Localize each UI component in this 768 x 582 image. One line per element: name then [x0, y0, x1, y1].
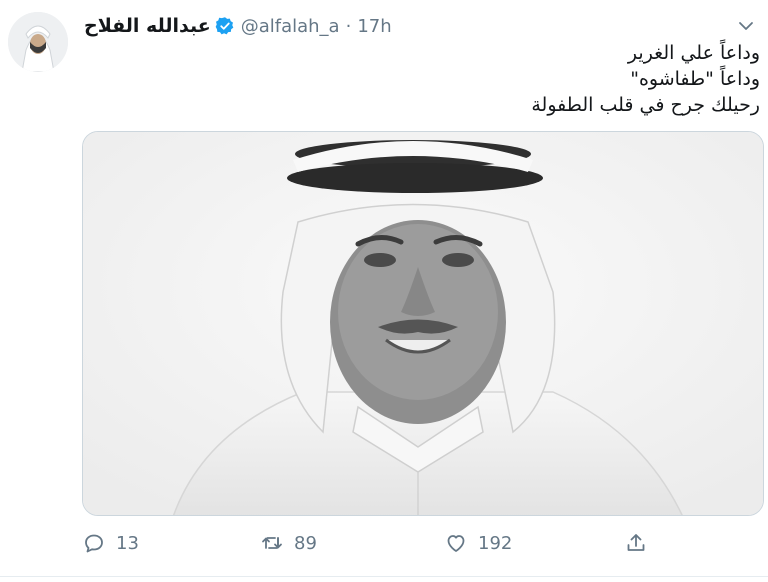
tweet-menu-button[interactable]	[734, 16, 758, 36]
tweet-line: رحيلك جرح في قلب الطفولة	[531, 94, 760, 116]
chevron-down-icon	[739, 22, 753, 30]
tweet-header: عبدالله الفلاح @alfalah_a · 17h	[84, 12, 392, 40]
tweet-text: وداعاً علي الغرير وداعاً "طفاشوه" رحيلك …	[84, 40, 760, 118]
portrait-photo	[83, 132, 763, 515]
reply-count: 13	[116, 532, 139, 554]
timestamp[interactable]: 17h	[357, 16, 391, 37]
divider	[0, 576, 768, 577]
heart-icon	[444, 531, 468, 555]
like-count: 192	[478, 532, 513, 554]
tweet-line: وداعاً "طفاشوه"	[630, 68, 760, 90]
tweet-media-photo[interactable]	[82, 131, 764, 516]
retweet-count: 89	[294, 532, 317, 554]
reply-button[interactable]: 13	[82, 528, 139, 558]
separator-dot: ·	[345, 15, 352, 37]
share-button[interactable]	[624, 528, 648, 558]
like-button[interactable]: 192	[444, 528, 512, 558]
share-icon	[624, 531, 648, 555]
user-handle[interactable]: @alfalah_a	[241, 16, 340, 37]
retweet-button[interactable]: 89	[260, 528, 317, 558]
verified-badge-icon	[215, 16, 235, 36]
retweet-icon	[260, 531, 284, 555]
avatar-image	[8, 12, 68, 72]
tweet-action-bar: 13 89 192	[82, 528, 682, 558]
reply-icon	[82, 531, 106, 555]
display-name[interactable]: عبدالله الفلاح	[84, 15, 211, 37]
tweet-line: وداعاً علي الغرير	[627, 42, 760, 64]
avatar[interactable]	[8, 12, 68, 72]
